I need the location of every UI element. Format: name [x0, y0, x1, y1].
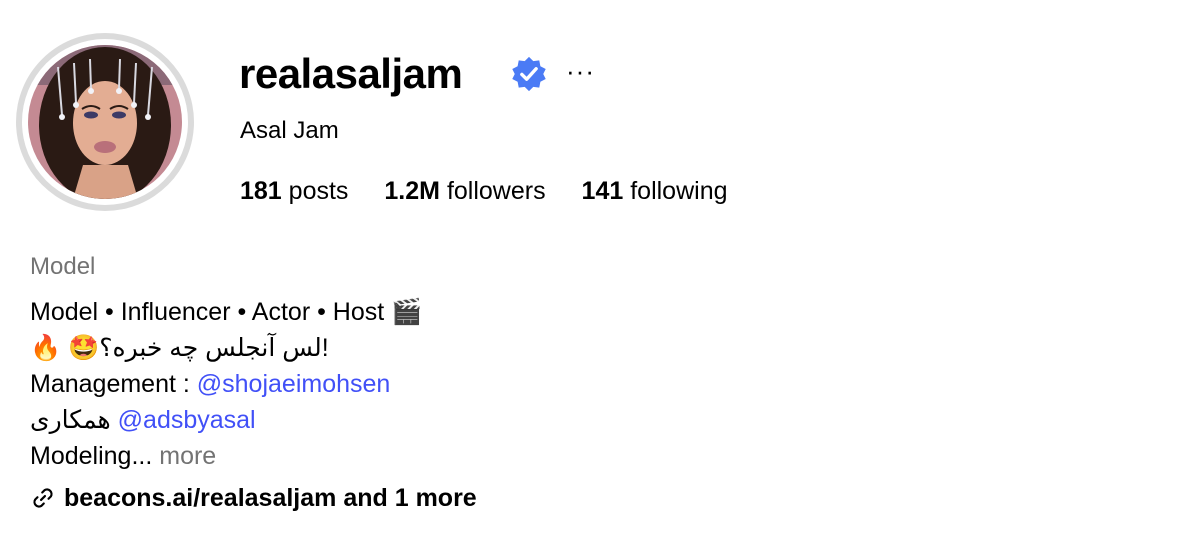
bio-line-roles: Model • Influencer • Actor • Host 🎬: [30, 298, 423, 326]
avatar-image: [28, 45, 182, 199]
followers-count: 1.2M: [384, 177, 440, 205]
followers-stat[interactable]: 1.2M followers: [384, 176, 545, 206]
external-link[interactable]: beacons.ai/realasaljam and 1 more: [30, 481, 477, 515]
verified-badge-icon: [512, 56, 546, 92]
external-link-text[interactable]: beacons.ai/realasaljam and 1 more: [64, 484, 477, 512]
posts-count: 181: [240, 177, 282, 205]
username[interactable]: realasaljam: [239, 49, 463, 99]
posts-label: posts: [288, 177, 349, 205]
link-icon: [33, 488, 53, 508]
following-stat[interactable]: 141 following: [582, 176, 728, 206]
posts-stat[interactable]: 181 posts: [240, 176, 348, 206]
profile-stats: 181 posts 1.2M followers 141 following: [240, 176, 757, 206]
more-options-icon[interactable]: ···: [566, 58, 595, 84]
mention-shojaeimohsen[interactable]: @shojaeimohsen: [197, 370, 391, 398]
bio-line-modeling: Modeling... more: [30, 438, 422, 474]
bio-more-link[interactable]: more: [159, 442, 216, 470]
bio-line-management: Management : @shojaeimohsen: [30, 366, 422, 402]
bio-line-persian: !لس آنجلس چه خبره؟🤩 🔥: [30, 330, 422, 366]
followers-label: followers: [446, 177, 546, 205]
collab-label: همکاری: [30, 406, 111, 434]
bio: Model • Influencer • Actor • Host 🎬 !لس …: [30, 294, 422, 474]
avatar[interactable]: [28, 45, 182, 199]
following-count: 141: [581, 177, 624, 205]
following-label: following: [630, 177, 728, 205]
bio-line-collab: همکاری @adsbyasal: [30, 402, 422, 438]
management-label: Management :: [30, 370, 197, 398]
profile-category: Model: [30, 253, 96, 280]
bio-persian-text: !لس آنجلس چه خبره؟🤩 🔥: [30, 334, 329, 362]
mention-adsbyasal[interactable]: @adsbyasal: [118, 406, 256, 434]
modeling-text: Modeling...: [30, 442, 153, 470]
avatar-ring[interactable]: [16, 33, 194, 211]
full-name: Asal Jam: [240, 117, 339, 144]
